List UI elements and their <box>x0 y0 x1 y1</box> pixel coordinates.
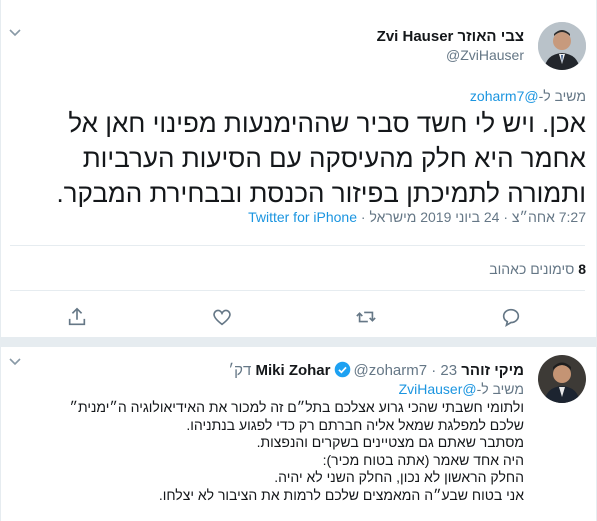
tweet-timestamp[interactable]: 7:27 אחה״צ · 24 ביוני 2019 מישראל · <box>357 209 586 225</box>
retweet-icon[interactable] <box>355 306 379 330</box>
likes-number: 8 <box>578 261 586 277</box>
author-handle[interactable]: @ZviHauser <box>446 47 524 63</box>
tweet-source[interactable]: Twitter for iPhone <box>248 209 357 225</box>
replying-prefix: משיב ל- <box>538 88 586 104</box>
divider <box>10 290 585 291</box>
reply-text-line: ולתומי חשבתי שהכי גרוע אצלכם בתל״ם זה למ… <box>69 399 524 415</box>
replying-handle-link[interactable]: @zoharm7 <box>470 88 539 104</box>
likes-count[interactable]: 8 סימונים כאהוב <box>489 261 586 277</box>
reply-text-line: שלכם למפלגת שמאל אליה חברתם רק כדי לפגוע… <box>186 416 524 433</box>
reply-icon[interactable] <box>500 306 524 330</box>
tweet-meta: 7:27 אחה״צ · 24 ביוני 2019 מישראל · Twit… <box>248 209 586 225</box>
section-separator <box>0 337 597 347</box>
verified-badge-icon <box>334 361 350 378</box>
author-name[interactable]: צבי האוזר Zvi Hauser <box>377 28 524 45</box>
replying-to: משיב ל-@ZviHauser <box>399 381 524 397</box>
tweet-text: אכן. ויש לי חשד סביר שההימנעות מפינוי חא… <box>56 108 586 208</box>
share-icon[interactable] <box>66 306 90 330</box>
main-tweet: צבי האוזר Zvi Hauser @ZviHauser משיב ל-@… <box>0 0 597 337</box>
chevron-down-icon[interactable] <box>7 353 23 369</box>
divider <box>10 245 585 246</box>
like-icon[interactable] <box>211 306 235 330</box>
reply-text-line: מסתבר שאתם גם מצטיינים בשקרים והנפצות. <box>256 434 524 450</box>
reply-author-handle[interactable]: @zoharm7 <box>354 362 428 379</box>
reply-text-line: החלק הראשון לא נכון, החלק השני לא יהיה. <box>274 469 524 485</box>
avatar[interactable] <box>538 355 586 403</box>
replying-prefix: משיב ל- <box>476 381 524 397</box>
chevron-down-icon[interactable] <box>7 24 23 40</box>
user-avatar-icon <box>538 355 586 403</box>
likes-label: סימונים כאהוב <box>489 261 575 277</box>
replying-handle-link[interactable]: @ZviHauser <box>399 381 477 397</box>
user-avatar-icon <box>538 22 586 70</box>
avatar[interactable] <box>538 22 586 70</box>
reply-header: מיקי זוהר Miki Zohar@zoharm7 · 23 דק׳ <box>228 361 524 379</box>
replying-to: משיב ל-@zoharm7 <box>470 88 586 104</box>
reply-text-line: היה אחד שאמר (אתה בטוח מכיר): <box>322 451 524 468</box>
reply-text-line: אני בטוח שבע״ה המאמצים שלכם לרמות את הצי… <box>158 486 524 503</box>
reply-text: ולתומי חשבתי שהכי גרוע אצלכם בתל״ם זה למ… <box>14 399 524 504</box>
